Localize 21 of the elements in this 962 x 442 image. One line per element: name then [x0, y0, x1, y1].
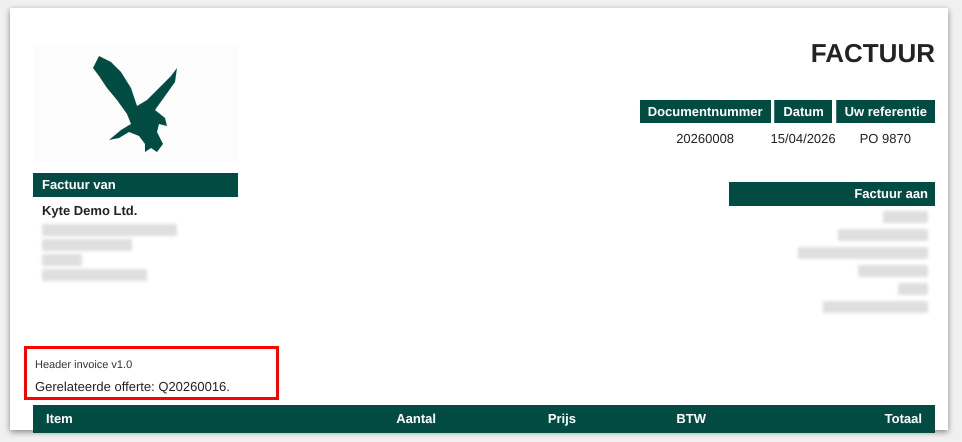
- column-header: BTW: [675, 410, 706, 428]
- company-name: Kyte Demo Ltd.: [42, 202, 138, 220]
- table-cell-text: 15/04/2026: [770, 130, 836, 148]
- section-header: Factuur van: [33, 173, 238, 197]
- column-header: Aantal: [395, 410, 436, 428]
- redacted-text: [883, 210, 928, 222]
- note-text: Gerelateerde offerte: Q20260016.: [35, 378, 231, 396]
- table-header-cell: Uw referentie: [836, 100, 935, 123]
- section-header: Factuur aan: [729, 182, 935, 206]
- column-header: Item: [46, 410, 74, 428]
- table-header-cell: Documentnummer: [640, 100, 771, 123]
- column-header: Totaal: [884, 410, 922, 428]
- redacted-text: [898, 282, 928, 294]
- table-cell-text: 20260008: [676, 130, 734, 148]
- redacted-text: [858, 264, 928, 276]
- redacted-text: [42, 254, 82, 266]
- table-cell-text: PO 9870: [860, 130, 911, 148]
- document-title: FACTUUR: [810, 40, 935, 66]
- table-header-cell: Datum: [774, 100, 832, 123]
- note-text: Header invoice v1.0: [35, 358, 134, 373]
- column-header: Prijs: [546, 410, 576, 428]
